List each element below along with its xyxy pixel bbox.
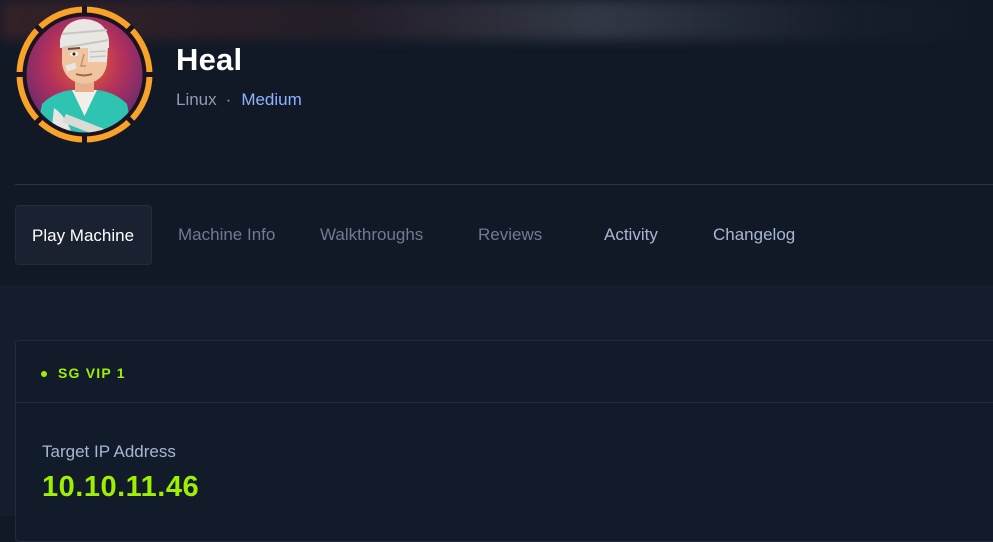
server-header: SG VIP 1 bbox=[16, 341, 993, 403]
header-divider bbox=[15, 184, 993, 185]
tab-activity[interactable]: Activity bbox=[604, 205, 658, 265]
tab-reviews[interactable]: Reviews bbox=[478, 205, 542, 265]
connection-card: SG VIP 1 Target IP Address 10.10.11.46 bbox=[15, 340, 993, 542]
target-ip-value[interactable]: 10.10.11.46 bbox=[42, 471, 199, 504]
tab-changelog[interactable]: Changelog bbox=[713, 205, 795, 265]
status-dot-icon bbox=[41, 371, 47, 377]
bandaged-doctor-avatar-icon bbox=[16, 6, 153, 143]
machine-tabs: Play Machine Machine Info Walkthroughs R… bbox=[15, 205, 993, 265]
tab-play-machine[interactable]: Play Machine bbox=[15, 205, 152, 265]
server-name: SG VIP 1 bbox=[58, 365, 126, 381]
machine-difficulty: Medium bbox=[241, 90, 302, 109]
machine-os: Linux bbox=[176, 90, 217, 109]
target-ip-label: Target IP Address bbox=[42, 442, 176, 461]
tab-walkthroughs[interactable]: Walkthroughs bbox=[320, 205, 423, 265]
machine-header: Heal Linux · Medium bbox=[0, 0, 993, 184]
machine-title: Heal bbox=[176, 42, 243, 77]
separator-dot: · bbox=[225, 90, 232, 109]
machine-subtitle: Linux · Medium bbox=[176, 90, 302, 110]
tab-machine-info[interactable]: Machine Info bbox=[178, 205, 275, 265]
machine-avatar bbox=[14, 4, 155, 145]
